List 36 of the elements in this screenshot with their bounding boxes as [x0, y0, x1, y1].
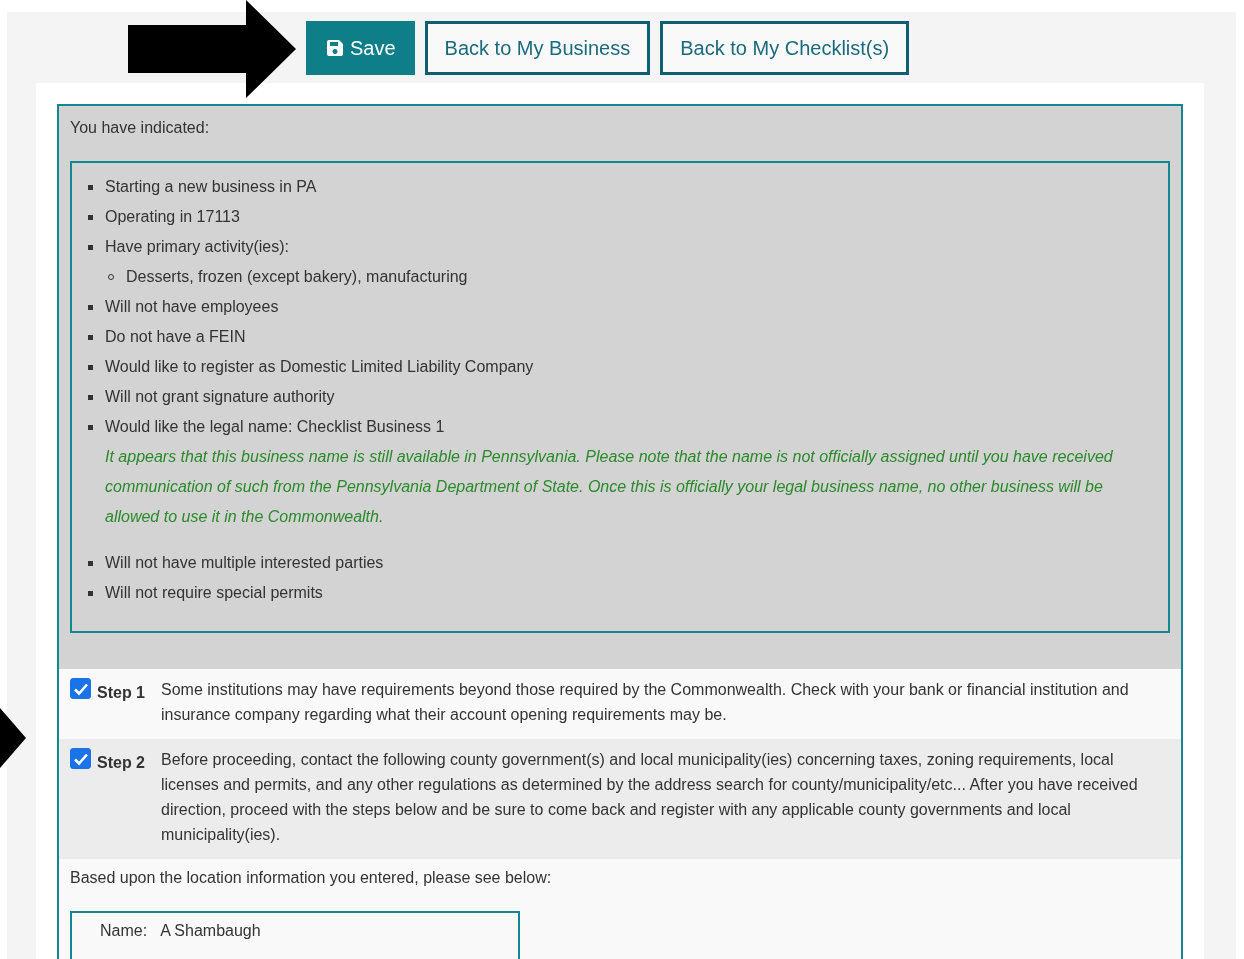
bullet-icon [88, 304, 93, 310]
summary-item: Have primary activity(ies): [105, 238, 290, 256]
summary-item: Will not have multiple interested parties [105, 554, 384, 572]
location-text: Based upon the location information you entered, please see below: [70, 869, 553, 887]
step-label: Step 2 [96, 753, 146, 772]
summary-item: Starting a new business in PA [105, 178, 317, 196]
pointer-arrow [0, 708, 26, 768]
bullet-icon [88, 334, 93, 340]
bullet-icon [88, 424, 93, 430]
bullet-icon [88, 244, 93, 250]
summary-item: Desserts, frozen (except bakery), manufacturing [126, 268, 468, 286]
bullet-icon [88, 560, 93, 566]
step-text: Before proceeding, contact the following county government(s) and local municipality(ies) concerning taxes, zoning requirements, local licenses and permits, and any other regulations as determined by the address search for county/municipality/etc... After you have received direction, proceed with the steps below and be sure to come back and register with any applicable county governments and local municipality(ies). [161, 750, 1139, 845]
summary-item: Do not have a FEIN [105, 328, 246, 346]
bullet-icon [88, 214, 93, 220]
summary-item: Operating in 17113 [105, 208, 240, 226]
bullet-icon [88, 184, 93, 190]
summary-item: Will not have employees [105, 298, 279, 316]
checkbox[interactable] [70, 748, 91, 769]
nav-button[interactable]: Back to My Business [424, 21, 651, 75]
checkbox[interactable] [70, 678, 91, 699]
field-value: A Shambaugh [160, 922, 261, 940]
nav-button[interactable]: Back to My Checklist(s) [660, 21, 910, 75]
availability-note: It appears that this business name is still available in Pennsylvania. Please note that the name is not officially assigned until you have received communication of such from the Pennsylvania Department of State. Once this is officially your legal business name, no other business will be allowed to use it in the Commonwealth. [104, 447, 1114, 527]
bullet-icon [88, 394, 93, 400]
bullet-icon [88, 590, 93, 596]
save-button[interactable]: Save [306, 21, 415, 75]
summary-item: Would like to register as Domestic Limited Liability Company [105, 358, 534, 376]
intro-text: You have indicated: [70, 119, 211, 137]
bullet-icon [88, 364, 93, 370]
step-label: Step 1 [96, 683, 146, 702]
step-text: Some institutions may have requirements beyond those required by the Commonwealth. Check with your bank or financial institution and insurance company regarding what their account opening requirements may be. [161, 680, 1130, 725]
summary-item: Would like the legal name: Checklist Business 1 [105, 418, 445, 436]
field-label: Name: [100, 922, 148, 940]
summary-item: Will not grant signature authority [105, 388, 335, 406]
summary-item: Will not require special permits [105, 584, 323, 602]
